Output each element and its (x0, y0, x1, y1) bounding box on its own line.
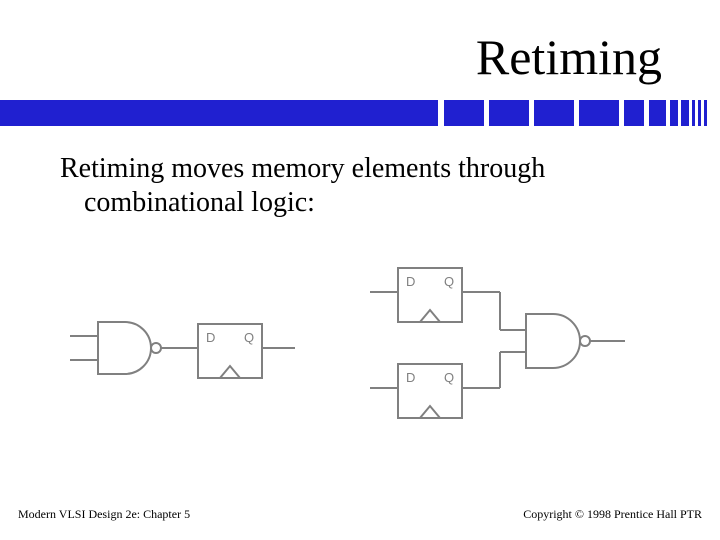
accent-bar (649, 100, 666, 126)
ff-q-label: Q (444, 274, 454, 289)
accent-bar (489, 100, 529, 126)
accent-bar (670, 100, 678, 126)
bubble-icon (580, 336, 590, 346)
retiming-diagram: D Q (70, 260, 650, 440)
right-group (370, 268, 625, 418)
ff-d-label: D (406, 370, 415, 385)
accent-bar (0, 100, 438, 126)
footer-right: Copyright © 1998 Prentice Hall PTR (523, 507, 702, 522)
accent-bar (534, 100, 574, 126)
slide: Retiming Retiming moves memory elements … (0, 0, 720, 540)
footer-left: Modern VLSI Design 2e: Chapter 5 (18, 507, 190, 522)
accent-bar (681, 100, 689, 126)
nand-gate-icon (98, 322, 151, 374)
accent-bar (692, 100, 695, 126)
body-text: Retiming moves memory elements through c… (60, 152, 670, 219)
accent-bar-row (0, 100, 720, 126)
ff-d-label: D (206, 330, 215, 345)
accent-bar (624, 100, 644, 126)
ff-d-label: D (406, 274, 415, 289)
ff-q-label: Q (444, 370, 454, 385)
body-line-1: Retiming moves memory elements through (60, 153, 545, 184)
accent-bar (704, 100, 707, 126)
bubble-icon (151, 343, 161, 353)
nand-gate-icon (526, 314, 580, 368)
body-line-2: combinational logic: (60, 186, 670, 220)
accent-bar (444, 100, 484, 126)
accent-bar (698, 100, 701, 126)
ff-q-label: Q (244, 330, 254, 345)
slide-title: Retiming (476, 28, 662, 86)
accent-bar (579, 100, 619, 126)
left-group (70, 322, 295, 378)
